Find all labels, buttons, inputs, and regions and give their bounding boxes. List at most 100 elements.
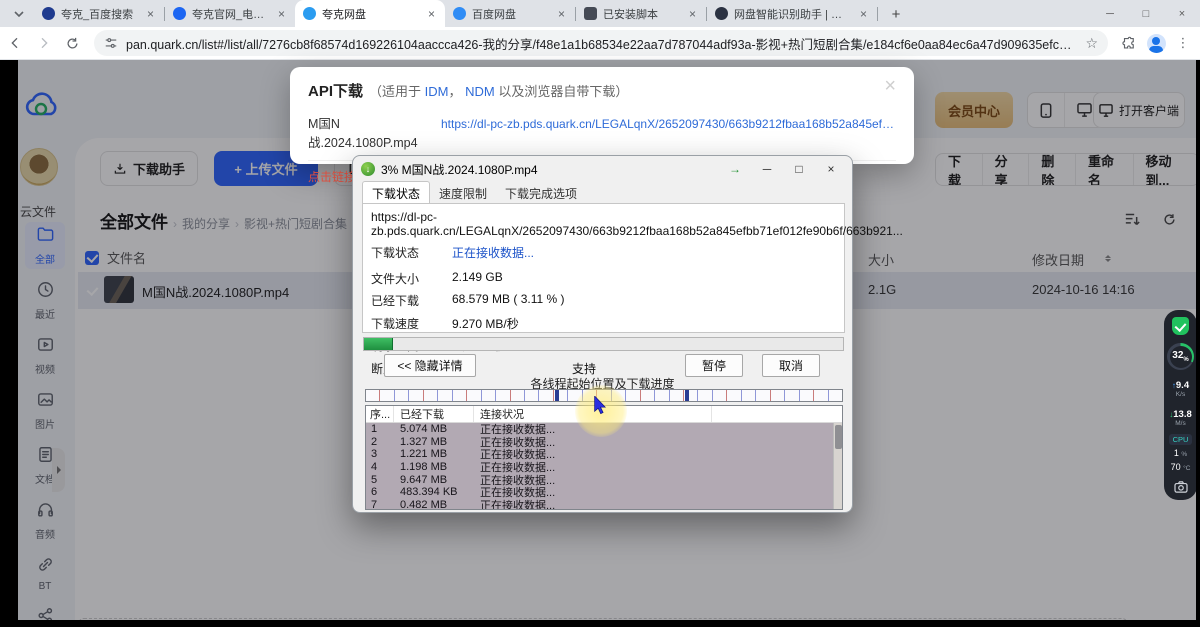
thread-seq: 1 <box>366 423 394 435</box>
window-close-button[interactable]: × <box>1164 0 1200 27</box>
browser-tab-bar: 夸克_百度搜索×夸克官网_电脑版下载_你的×夸克网盘×百度网盘×已安装脚本×网盘… <box>0 0 1200 27</box>
browser-tab[interactable]: 夸克网盘× <box>295 0 445 27</box>
threads-scrollbar-thumb[interactable] <box>835 425 842 449</box>
idm-scheduler-arrow-icon[interactable]: → <box>722 162 748 176</box>
thread-seq: 3 <box>366 448 394 460</box>
segment-cell <box>770 390 784 401</box>
baidu-search-icon <box>42 7 55 20</box>
tab-close-icon[interactable]: × <box>426 7 437 21</box>
idm-minimize-button[interactable]: ─ <box>754 162 780 176</box>
hide-details-button[interactable]: << 隐藏详情 <box>384 354 476 377</box>
baidu-pan-icon <box>453 7 466 20</box>
idm-tab-1[interactable]: 下载状态 <box>362 181 430 204</box>
thread-row[interactable]: 6483.394 KB正在接收数据... <box>366 486 833 499</box>
security-shield-icon <box>1172 317 1189 335</box>
idm-download-dialog: ↓ 3% M国N战.2024.1080P.mp4 → ─ □ × 下载状态速度限… <box>352 155 853 513</box>
idm-progress-bar <box>363 337 844 351</box>
threads-col-downloaded[interactable]: 已经下载 <box>394 406 474 422</box>
idm-field-value: 正在接收数据... <box>452 244 534 261</box>
thread-row[interactable]: 70.482 MB正在接收数据... <box>366 499 833 510</box>
browser-tab[interactable]: 百度网盘 × <box>445 0 575 27</box>
segment-cell <box>813 390 827 401</box>
segment-cell <box>755 390 769 401</box>
tab-label: 夸克官网_电脑版下载_你的 <box>192 6 270 22</box>
idm-app-icon: ↓ <box>361 162 375 176</box>
idm-field-row: 下载状态正在接收数据... <box>371 244 836 261</box>
extensions-icon[interactable] <box>1116 36 1142 51</box>
segment-cell <box>741 390 755 401</box>
segment-cell <box>799 390 813 401</box>
idm-maximize-button[interactable]: □ <box>786 162 812 176</box>
segment-cell <box>408 390 422 401</box>
tab-label: 网盘智能识别助手 | 油小猴 <box>734 6 852 22</box>
thread-downloaded: 9.647 MB <box>394 474 474 486</box>
system-monitor-widget[interactable]: 32% ↑9.4 K/s ↓13.8 M/s CPU 1 % 70 °C <box>1164 310 1197 500</box>
idm-close-button[interactable]: × <box>818 162 844 176</box>
browser-tab[interactable]: 网盘智能识别助手 | 油小猴 × <box>707 0 877 27</box>
thread-downloaded: 1.198 MB <box>394 461 474 473</box>
thread-row[interactable]: 21.327 MB正在接收数据... <box>366 436 833 449</box>
forward-icon[interactable] <box>30 35 58 51</box>
thread-seq: 7 <box>366 499 394 510</box>
tab-close-icon[interactable]: × <box>687 7 698 21</box>
upload-speed: ↑9.4 K/s <box>1172 376 1189 399</box>
monkey-helper-icon <box>715 7 728 20</box>
idm-link[interactable]: IDM <box>425 84 449 99</box>
tabs-container: 夸克_百度搜索×夸克官网_电脑版下载_你的×夸克网盘×百度网盘×已安装脚本×网盘… <box>34 0 878 27</box>
browser-menu-icon[interactable]: ⋮ <box>1170 35 1196 51</box>
bottom-matte <box>0 620 1200 627</box>
cpu-temp: 70 °C <box>1171 463 1191 473</box>
thread-row[interactable]: 59.647 MB正在接收数据... <box>366 473 833 486</box>
back-icon[interactable] <box>0 35 30 51</box>
cancel-button[interactable]: 取消 <box>762 354 820 377</box>
screen: 夸克_百度搜索×夸克官网_电脑版下载_你的×夸克网盘×百度网盘×已安装脚本×网盘… <box>0 0 1200 627</box>
thread-row[interactable]: 41.198 MB正在接收数据... <box>366 461 833 474</box>
site-settings-icon[interactable] <box>104 36 118 50</box>
cpu-usage: 1 % <box>1174 449 1187 459</box>
browser-tab[interactable]: 夸克_百度搜索× <box>34 0 164 27</box>
profile-avatar <box>1147 34 1166 53</box>
window-controls: ─ □ × <box>1092 0 1200 27</box>
bookmark-star-icon[interactable]: ☆ <box>1085 35 1098 52</box>
screenshot-camera-icon[interactable] <box>1174 480 1188 498</box>
idm-title-bar[interactable]: ↓ 3% M国N战.2024.1080P.mp4 → ─ □ × <box>353 156 852 182</box>
tab-search-chevron-icon[interactable] <box>8 3 30 25</box>
window-maximize-button[interactable]: □ <box>1128 0 1164 27</box>
new-tab-button[interactable]: + <box>884 2 908 26</box>
window-minimize-button[interactable]: ─ <box>1092 0 1128 27</box>
pause-button[interactable]: 暂停 <box>685 354 743 377</box>
api-file-link[interactable]: https://dl-pc-zb.pds.quark.cn/LEGALqnX/2… <box>441 117 896 131</box>
ndm-link[interactable]: NDM <box>465 84 495 99</box>
tab-close-icon[interactable]: × <box>858 7 869 21</box>
cpu-label: CPU <box>1169 434 1193 445</box>
right-matte <box>1196 60 1200 627</box>
browser-tab[interactable]: 夸克官网_电脑版下载_你的 × <box>165 0 295 27</box>
idm-tab-2[interactable]: 速度限制 <box>430 182 496 204</box>
idm-window-title: 3% M国N战.2024.1080P.mp4 <box>381 161 716 178</box>
threads-scrollbar[interactable] <box>833 423 842 509</box>
tab-close-icon[interactable]: × <box>276 7 287 21</box>
browser-tab[interactable]: 已安装脚本× <box>576 0 706 27</box>
segment-cell <box>366 390 379 401</box>
api-dialog-title: API下载 <box>308 80 363 101</box>
profile-button[interactable] <box>1142 34 1170 53</box>
segment-cell <box>828 390 842 401</box>
idm-tab-3[interactable]: 下载完成选项 <box>496 182 586 204</box>
segment-cell <box>784 390 798 401</box>
script-manager-icon <box>584 7 597 20</box>
threads-col-seq[interactable]: 序... <box>366 406 394 422</box>
left-matte <box>0 60 18 627</box>
idm-field-value: 2.149 GB <box>452 270 503 287</box>
reload-icon[interactable] <box>58 36 86 51</box>
segment-cell <box>683 390 697 401</box>
tab-close-icon[interactable]: × <box>145 7 156 21</box>
idm-field-value: 68.579 MB ( 3.11 % ) <box>452 292 565 309</box>
segment-cell <box>553 390 567 401</box>
thread-row[interactable]: 31.221 MB正在接收数据... <box>366 448 833 461</box>
tab-label: 百度网盘 <box>472 6 550 22</box>
segment-cell <box>640 390 654 401</box>
url-bar[interactable]: pan.quark.cn/list#/list/all/7276cb8f6857… <box>94 30 1108 56</box>
api-dialog-close-icon[interactable]: × <box>884 75 896 98</box>
api-file-name: M国N战.2024.1080P.mp4 <box>308 113 427 151</box>
tab-close-icon[interactable]: × <box>556 7 567 21</box>
